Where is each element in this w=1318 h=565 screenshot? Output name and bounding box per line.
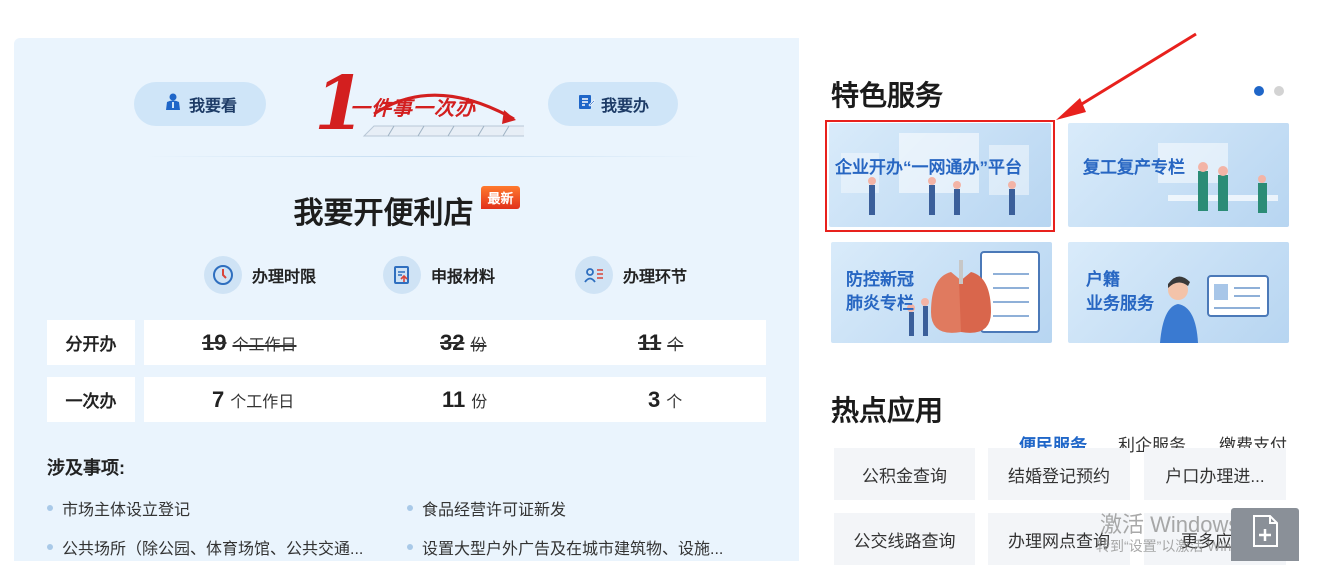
card-resume-work[interactable]: 复工复产专栏 <box>1068 123 1289 227</box>
clock-icon <box>204 256 242 294</box>
card-household-registration[interactable]: 户籍 业务服务 <box>1068 242 1289 343</box>
carousel-dots <box>1254 86 1284 96</box>
card-covid-prevention[interactable]: 防控新冠 肺炎专栏 <box>831 242 1052 343</box>
related-item[interactable]: 市场主体设立登记 <box>47 496 190 520</box>
service-title: 我要开便利店 最新 <box>14 186 799 232</box>
person-list-icon <box>575 256 613 294</box>
person-icon <box>163 92 183 117</box>
related-items-title: 涉及事项: <box>47 458 125 478</box>
document-icon <box>383 256 421 294</box>
special-services-title: 特色服务 <box>831 80 944 111</box>
hot-apps-title: 热点应用 <box>831 395 944 426</box>
metric-materials: 申报材料 <box>383 256 495 294</box>
services-panel: 特色服务 企业开办“一网通办”平台 复工复产专栏 防控新冠 肺炎专栏 户籍 业务… <box>799 38 1318 565</box>
card-enterprise-platform[interactable]: 企业开办“一网通办”平台 <box>829 123 1051 227</box>
add-document-icon <box>1250 514 1280 555</box>
one-thing-once-logo: 1 一件事一次办 <box>314 67 524 141</box>
row-once: 7 个工作日 11 份 3个 <box>144 377 766 422</box>
i-want-to-handle-button[interactable]: 我要办 <box>548 82 678 126</box>
windows-watermark: 激活 Windows <box>1100 512 1240 537</box>
row-label-once: 一次办 <box>47 377 135 422</box>
app-button[interactable]: 结婚登记预约 <box>988 448 1130 500</box>
carousel-dot[interactable] <box>1274 86 1284 96</box>
app-button[interactable]: 户口办理进... <box>1144 448 1286 500</box>
cell-time: 19 个工作日 <box>202 329 297 355</box>
divider <box>144 156 704 157</box>
edit-document-icon <box>577 93 596 116</box>
floating-add-document-button[interactable] <box>1231 508 1299 561</box>
app-button[interactable]: 公交线路查询 <box>834 513 975 565</box>
row-separate: 19 个工作日 32 份 11 个 <box>144 320 766 365</box>
cell-time: 7 个工作日 <box>212 386 295 412</box>
cell-steps: 3个 <box>648 386 683 412</box>
cell-materials: 11 份 <box>442 386 488 412</box>
cell-steps: 11 个 <box>638 329 684 355</box>
row-label-separate: 分开办 <box>47 320 135 365</box>
metric-steps: 办理环节 <box>575 256 687 294</box>
logo-text: 一件事一次办 <box>350 98 476 120</box>
carousel-dot-active[interactable] <box>1254 86 1264 96</box>
app-button[interactable]: 公积金查询 <box>834 448 975 500</box>
related-item[interactable]: 公共场所（除公园、体育场馆、公共交通... <box>47 535 363 559</box>
featured-service-panel: 我要看 1 一件事一次办 我要办 我要开便利店 最新 办理时限 申报材料 办理环… <box>14 38 799 561</box>
related-item[interactable]: 设置大型户外广告及在城市建筑物、设施... <box>407 535 723 559</box>
new-badge: 最新 <box>481 186 520 209</box>
metric-time-limit: 办理时限 <box>204 256 316 294</box>
i-want-to-view-button[interactable]: 我要看 <box>134 82 266 126</box>
related-item[interactable]: 食品经营许可证新发 <box>407 496 566 520</box>
cell-materials: 32 份 <box>440 329 487 355</box>
